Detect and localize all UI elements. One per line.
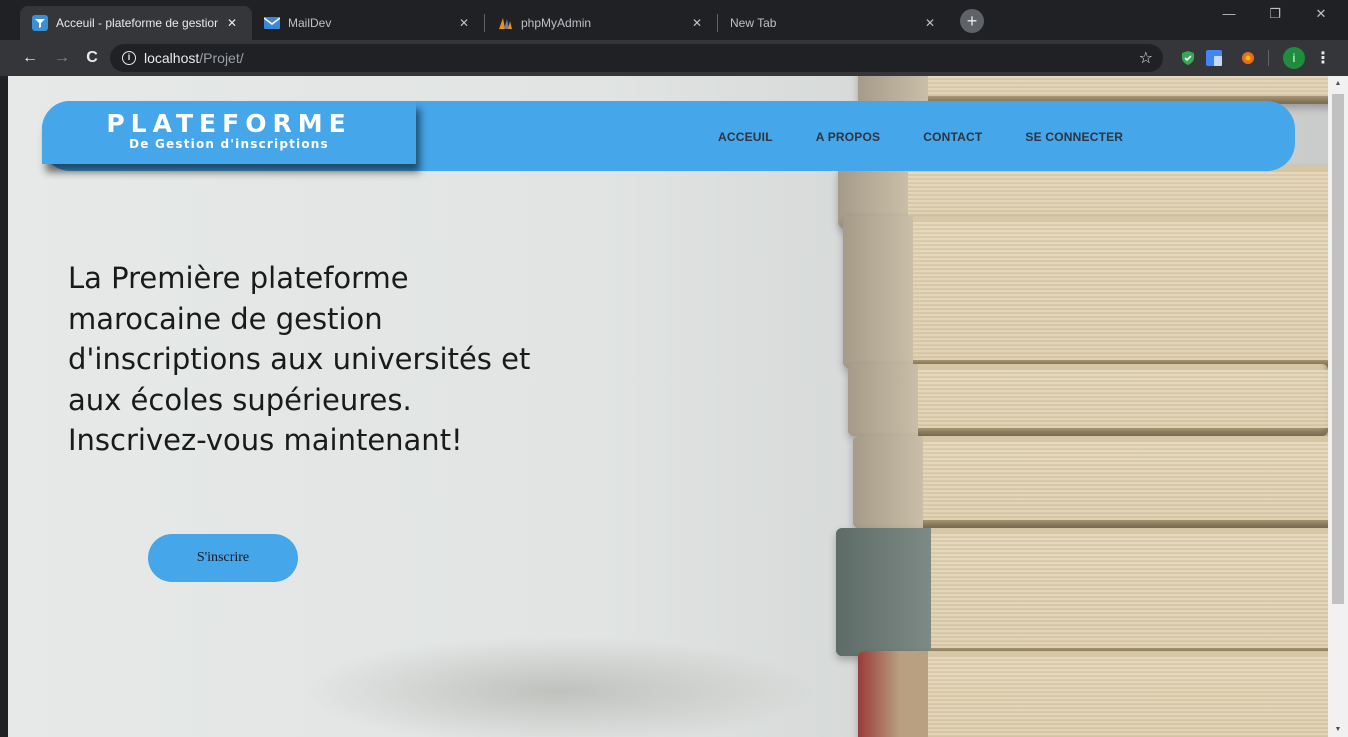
tab-acceuil[interactable]: Acceuil - plateforme de gestion d'i ✕ — [20, 6, 252, 40]
minimize-button[interactable]: — — [1212, 0, 1246, 30]
translate-extension-icon[interactable] — [1206, 50, 1222, 66]
scroll-down-arrow-icon[interactable]: ▼ — [1328, 726, 1348, 733]
new-tab-button[interactable]: + — [960, 9, 984, 33]
sinscrire-button[interactable]: S'inscrire — [148, 534, 298, 582]
logo-title: PLATEFORME — [106, 109, 352, 138]
funnel-icon — [32, 15, 48, 31]
hero-line: marocaine de gestion — [68, 301, 383, 336]
site-nav: ACCEUIL A PROPOS CONTACT SE CONNECTER — [718, 130, 1123, 144]
tab-maildev[interactable]: MailDev ✕ — [252, 6, 484, 40]
background-blur — [298, 636, 818, 737]
books-stack-image — [818, 76, 1328, 737]
window-close-button[interactable]: ✕ — [1304, 0, 1338, 30]
browser-menu-icon[interactable]: ⋮ — [1315, 48, 1331, 68]
profile-avatar[interactable]: i — [1283, 47, 1305, 69]
close-icon[interactable]: ✕ — [224, 16, 240, 30]
sail-icon — [497, 15, 513, 31]
page-viewport: PLATEFORME De Gestion d'inscriptions ACC… — [8, 76, 1328, 737]
tab-title: MailDev — [288, 16, 332, 30]
hero-line: d'inscriptions aux universités et — [68, 342, 531, 376]
browser-toolbar: ← → C i localhost/Projet/ ☆ i ⋮ — [0, 40, 1348, 76]
nav-a-propos[interactable]: A PROPOS — [816, 130, 881, 144]
hero-line: aux écoles supérieures. — [68, 382, 412, 417]
scroll-thumb[interactable] — [1332, 94, 1344, 604]
nav-contact[interactable]: CONTACT — [923, 130, 982, 144]
back-button[interactable]: ← — [18, 46, 42, 70]
toolbar-divider — [1268, 50, 1269, 66]
tab-strip: Acceuil - plateforme de gestion d'i ✕ Ma… — [0, 0, 1348, 40]
mail-icon — [264, 15, 280, 31]
bookmark-star-icon[interactable]: ☆ — [1139, 48, 1153, 68]
scroll-up-arrow-icon[interactable]: ▲ — [1328, 80, 1348, 87]
nav-acceuil[interactable]: ACCEUIL — [718, 130, 773, 144]
url-path: /Projet/ — [199, 50, 244, 66]
site-logo[interactable]: PLATEFORME De Gestion d'inscriptions — [42, 101, 416, 164]
tab-title: phpMyAdmin — [521, 16, 592, 30]
hero-line: La Première plateforme — [68, 261, 409, 295]
hero-line: Inscrivez-vous maintenant! — [68, 423, 463, 457]
restore-button[interactable]: ❐ — [1258, 0, 1292, 30]
nav-se-connecter[interactable]: SE CONNECTER — [1025, 130, 1123, 144]
tab-phpmyadmin[interactable]: phpMyAdmin ✕ — [485, 6, 717, 40]
close-icon[interactable]: ✕ — [922, 16, 938, 30]
info-icon[interactable]: i — [122, 51, 136, 65]
shield-extension-icon[interactable] — [1180, 50, 1196, 66]
url-host: localhost — [144, 50, 200, 66]
page-scrollbar[interactable]: ▲ ▼ — [1328, 76, 1348, 737]
close-icon[interactable]: ✕ — [456, 16, 472, 30]
address-bar[interactable]: i localhost/Projet/ ☆ — [110, 44, 1163, 72]
tab-title: Acceuil - plateforme de gestion d'i — [56, 16, 218, 30]
reload-button[interactable]: C — [80, 46, 104, 70]
tab-title: New Tab — [730, 16, 777, 30]
forward-button[interactable]: → — [50, 46, 74, 70]
tab-new-tab[interactable]: New Tab ✕ — [718, 6, 950, 40]
logo-subtitle: De Gestion d'inscriptions — [129, 137, 329, 151]
extension-icon[interactable] — [1240, 50, 1256, 66]
close-icon[interactable]: ✕ — [689, 16, 705, 30]
hero-heading: La Première plateforme marocaine de gest… — [68, 258, 628, 461]
